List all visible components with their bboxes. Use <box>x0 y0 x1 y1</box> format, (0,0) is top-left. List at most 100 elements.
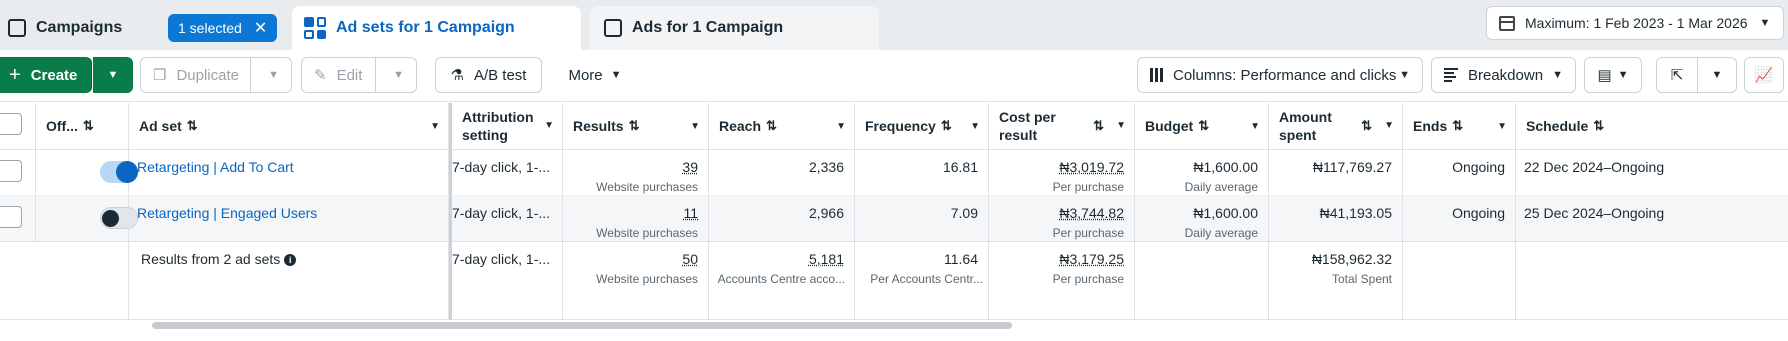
row-checkbox[interactable] <box>0 206 22 228</box>
campaign-icon <box>8 19 26 37</box>
header-cost-per-result[interactable]: Cost per result ⇅ ▼ <box>989 103 1135 149</box>
reach-sub: Accounts Centre acco... <box>717 272 845 286</box>
reach-cell: 2,966 <box>709 196 855 241</box>
tab-adsets[interactable]: Ad sets for 1 Campaign <box>292 6 581 50</box>
schedule-value: 22 Dec 2024–Ongoing <box>1524 159 1665 175</box>
chevron-down-icon[interactable]: ▼ <box>690 121 700 132</box>
attribution-cell: 7-day click, 1-... <box>452 242 563 319</box>
sort-icon[interactable]: ⇅ <box>83 118 94 134</box>
budget-cell: ₦1,600.00 Daily average <box>1135 196 1269 241</box>
cost-cell: ₦3,744.82 Per purchase <box>989 196 1135 241</box>
chevron-down-icon[interactable]: ▼ <box>393 69 404 81</box>
reports-button[interactable]: ▤ ▼ <box>1584 57 1642 93</box>
sort-icon[interactable]: ⇅ <box>941 118 952 134</box>
header-ad-set[interactable]: Ad set ⇅ ▼ <box>129 103 449 149</box>
spent-cell: ₦158,962.32 Total Spent <box>1269 242 1403 319</box>
header-amount-spent[interactable]: Amount spent ⇅ ▼ <box>1269 103 1403 149</box>
header-reach[interactable]: Reach ⇅ ▼ <box>709 103 855 149</box>
export-button[interactable]: ⇱ <box>1656 57 1698 93</box>
more-button[interactable]: More ▼ <box>560 57 630 93</box>
ab-test-button[interactable]: ⚗ A/B test <box>435 57 542 93</box>
adset-name-link[interactable]: Retargeting | Add To Cart <box>137 159 294 175</box>
budget-value: ₦1,600.00 <box>1193 205 1258 221</box>
chevron-down-icon[interactable]: ▼ <box>836 121 846 132</box>
header-attribution[interactable]: Attribution setting ▼ <box>452 103 563 149</box>
sort-icon[interactable]: ⇅ <box>1198 118 1209 134</box>
tab-ads[interactable]: Ads for 1 Campaign <box>590 6 879 50</box>
chevron-down-icon[interactable]: ▼ <box>430 121 440 132</box>
sort-icon[interactable]: ⇅ <box>1093 117 1104 135</box>
create-button[interactable]: + Create <box>0 57 92 93</box>
sort-icon[interactable]: ⇅ <box>1593 118 1604 134</box>
sort-icon[interactable]: ⇅ <box>1361 117 1372 135</box>
budget-sub: Daily average <box>1184 180 1258 194</box>
sort-icon[interactable]: ⇅ <box>1452 118 1463 134</box>
header-select-cell <box>0 103 36 149</box>
date-range-picker[interactable]: Maximum: 1 Feb 2023 - 1 Mar 2026 ▼ <box>1486 6 1784 40</box>
cost-value: ₦3,179.25 <box>1059 251 1124 267</box>
selected-chip[interactable]: 1 selected ✕ <box>168 14 278 42</box>
columns-icon <box>1150 68 1163 82</box>
chevron-down-icon[interactable]: ▼ <box>1250 121 1260 132</box>
header-results[interactable]: Results ⇅ ▼ <box>563 103 709 149</box>
edit-button[interactable]: ✎ Edit ▼ <box>301 57 417 93</box>
export-dropdown-button[interactable]: ▼ <box>1697 57 1737 93</box>
header-cost-line2: result <box>999 127 1038 143</box>
chevron-down-icon[interactable]: ▼ <box>1116 117 1126 135</box>
chevron-down-icon[interactable]: ▼ <box>268 69 279 81</box>
results-value: 11 <box>683 205 698 221</box>
header-off-on-label: Off... <box>46 118 78 134</box>
header-reach-label: Reach <box>719 118 762 134</box>
sort-icon[interactable]: ⇅ <box>766 118 777 134</box>
breakdown-button[interactable]: Breakdown ▼ <box>1431 57 1576 93</box>
attribution-value: 7-day click, 1-... <box>452 205 551 221</box>
chevron-down-icon[interactable]: ▼ <box>1384 117 1394 135</box>
adset-name-link[interactable]: Retargeting | Engaged Users <box>137 205 317 221</box>
create-dropdown-button[interactable]: ▼ <box>93 57 133 93</box>
toggle-cell <box>36 196 138 241</box>
ad-icon <box>604 19 622 37</box>
horizontal-scrollbar[interactable] <box>152 322 1012 329</box>
info-icon[interactable]: i <box>284 254 297 266</box>
table-row[interactable]: Retargeting | Engaged Users 7-day click,… <box>0 196 1788 242</box>
calendar-icon <box>1499 15 1515 31</box>
chevron-down-icon: ▼ <box>610 69 622 81</box>
frozen-column-divider[interactable] <box>449 103 452 320</box>
header-ends[interactable]: Ends ⇅ ▼ <box>1403 103 1516 149</box>
duplicate-label: Duplicate <box>176 66 239 84</box>
frequency-value: 11.64 <box>944 251 978 267</box>
sort-icon[interactable]: ⇅ <box>629 118 640 134</box>
attribution-value: 7-day click, 1-... <box>452 159 551 175</box>
chevron-down-icon[interactable]: ▼ <box>544 117 554 135</box>
chevron-down-icon[interactable]: ▼ <box>970 121 980 132</box>
header-frequency[interactable]: Frequency ⇅ ▼ <box>855 103 989 149</box>
totals-row: Results from 2 ad sets i 7-day click, 1-.… <box>0 242 1788 320</box>
sort-icon[interactable]: ⇅ <box>187 118 198 134</box>
budget-sub: Daily average <box>1184 226 1258 240</box>
close-icon[interactable]: ✕ <box>254 18 267 38</box>
date-range-label: Maximum: 1 Feb 2023 - 1 Mar 2026 <box>1525 15 1748 31</box>
row-checkbox[interactable] <box>0 160 22 182</box>
reach-value: 5,181 <box>808 251 844 267</box>
budget-cell: ₦1,600.00 Daily average <box>1135 150 1269 195</box>
table-row[interactable]: Retargeting | Add To Cart 7-day click, 1… <box>0 150 1788 196</box>
tab-adsets-label: Ad sets for 1 Campaign <box>336 19 515 36</box>
chevron-down-icon: ▼ <box>1759 17 1771 29</box>
chart-icon: 📈 <box>1754 67 1774 84</box>
chevron-down-icon[interactable]: ▼ <box>1497 121 1507 132</box>
totals-label: Results from 2 ad sets i <box>141 251 297 267</box>
header-off-on[interactable]: Off... ⇅ <box>36 103 129 149</box>
table-header: Off... ⇅ Ad set ⇅ ▼ Attribution setting ▼… <box>0 103 1788 150</box>
columns-button[interactable]: Columns: Performance and clicks ▼ <box>1137 57 1423 93</box>
header-schedule[interactable]: Schedule ⇅ <box>1516 103 1788 149</box>
results-value: 39 <box>682 159 698 175</box>
divider <box>250 58 251 92</box>
frequency-sub: Per Accounts Centr... <box>870 272 983 286</box>
ab-test-label: A/B test <box>473 66 527 84</box>
header-budget[interactable]: Budget ⇅ ▼ <box>1135 103 1269 149</box>
schedule-cell: 22 Dec 2024–Ongoing <box>1516 150 1788 195</box>
frequency-value: 16.81 <box>942 159 978 175</box>
duplicate-button[interactable]: ❐ Duplicate ▼ <box>140 57 292 93</box>
charts-button[interactable]: 📈 <box>1744 57 1784 93</box>
select-all-checkbox[interactable] <box>0 113 22 135</box>
